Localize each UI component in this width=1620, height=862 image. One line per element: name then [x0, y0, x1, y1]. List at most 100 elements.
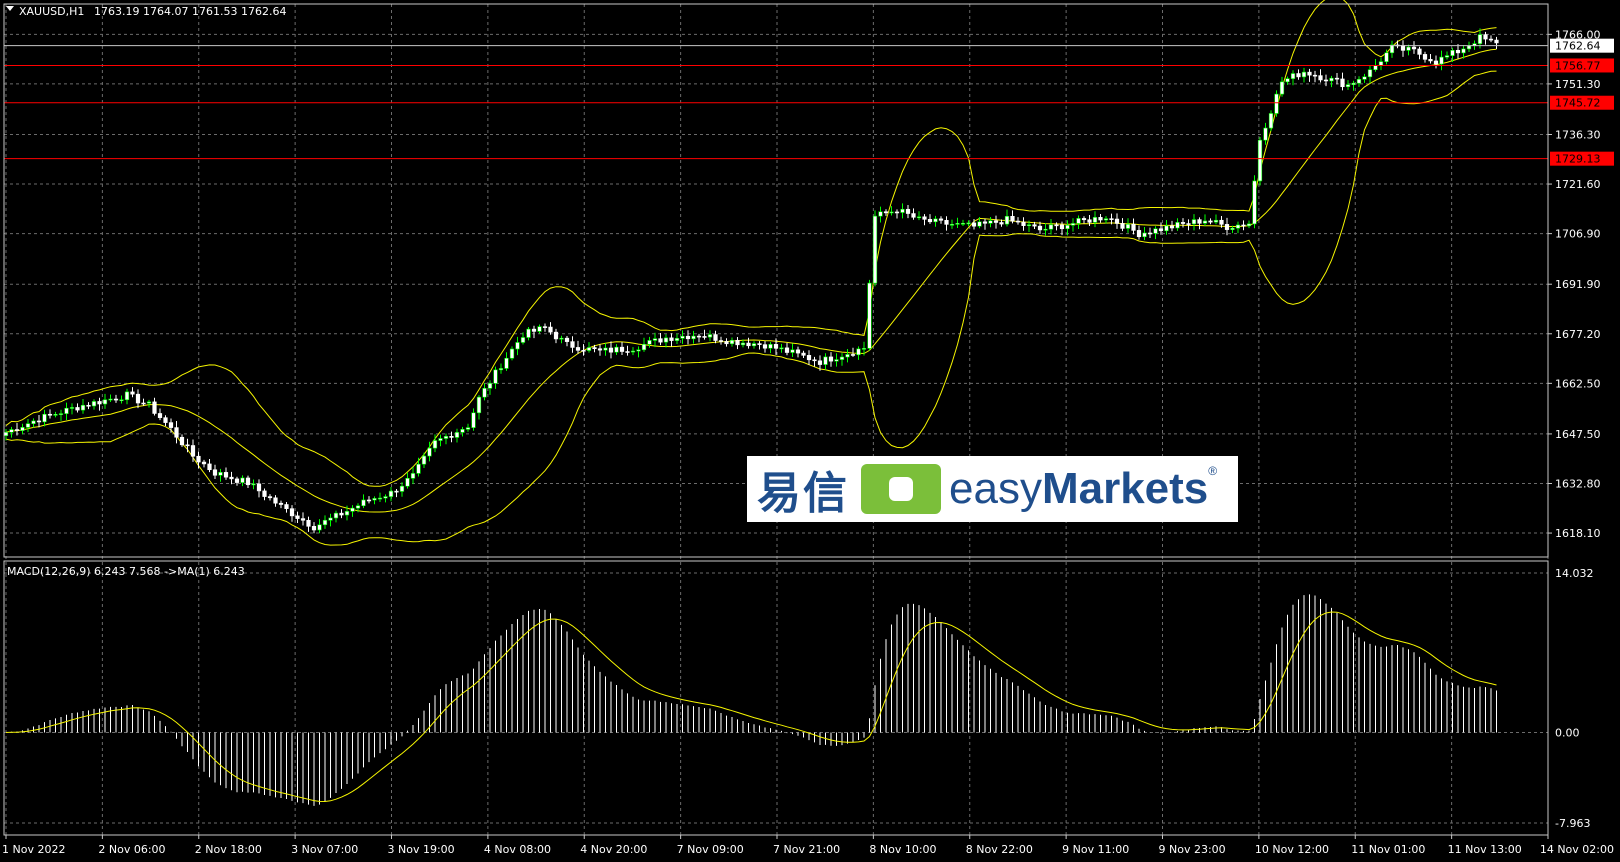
candle-body: [1329, 77, 1334, 82]
candle-body: [900, 208, 905, 213]
candle-body: [289, 508, 295, 517]
candle-body: [828, 356, 834, 362]
candle-body: [311, 526, 317, 531]
candle-body: [1384, 52, 1389, 62]
candle-body: [1461, 48, 1466, 54]
candle-body: [938, 218, 944, 221]
candle-body: [1015, 220, 1021, 223]
candle-body: [1356, 79, 1362, 84]
price-tick-label: 1647.50: [1555, 428, 1601, 441]
candle-body: [262, 490, 267, 497]
candle-body: [922, 216, 927, 220]
candle-body: [64, 407, 69, 414]
candle-body: [322, 519, 328, 526]
logo-reg: ®: [1208, 464, 1218, 478]
macd-signal-line: [5, 611, 1497, 803]
time-tick-label: 10 Nov 12:00: [1255, 843, 1329, 856]
level-tag-label: 1729.13: [1555, 153, 1601, 166]
candle-body: [267, 496, 273, 499]
candle-body: [135, 393, 141, 404]
price-tick-label: 1662.50: [1555, 377, 1601, 390]
candle-body: [614, 346, 619, 353]
candle-body: [564, 337, 570, 342]
candle-body: [443, 436, 449, 439]
candle-body: [377, 497, 383, 500]
candle-body: [47, 413, 53, 416]
candle-body: [751, 343, 757, 347]
candle-body: [905, 208, 911, 214]
candle-body: [416, 463, 421, 474]
candle-body: [1323, 79, 1329, 82]
candle-body: [1213, 219, 1219, 223]
candle-body: [295, 515, 300, 519]
candle-body: [861, 348, 867, 350]
candle-body: [636, 349, 641, 352]
logo-en-bold: Markets: [1041, 464, 1209, 513]
candle-body: [1087, 219, 1092, 223]
candle-body: [1092, 217, 1098, 223]
candle-body: [3, 432, 9, 436]
candle-body: [1142, 232, 1147, 238]
candle-body: [1131, 223, 1136, 231]
candle-body: [1406, 46, 1411, 51]
candle-body: [768, 344, 773, 349]
candle-body: [1208, 220, 1213, 223]
candle-body: [1301, 71, 1307, 78]
candle-body: [432, 440, 438, 449]
candle-body: [790, 349, 795, 353]
candle-body: [735, 339, 740, 346]
candle-body: [256, 483, 262, 492]
candle-body: [113, 398, 119, 401]
dropdown-triangle-icon[interactable]: [6, 6, 14, 11]
candle-body: [806, 355, 812, 361]
candle-body: [1120, 223, 1125, 229]
candle-body: [1109, 218, 1114, 220]
candle-body: [69, 407, 75, 409]
candle-body: [696, 335, 702, 338]
candle-body: [911, 213, 916, 218]
candle-body: [762, 344, 768, 349]
candle-body: [1147, 232, 1153, 235]
candle-body: [559, 337, 564, 340]
candle-body: [1158, 228, 1164, 232]
candle-body: [1450, 49, 1455, 56]
candle-body: [1070, 223, 1076, 226]
ohlc-readout: 1763.19 1764.07 1761.53 1762.64: [94, 5, 286, 18]
candle-body: [372, 498, 377, 501]
candle-body: [344, 511, 350, 516]
candle-body: [1362, 76, 1367, 80]
horizontal-levels: [4, 45, 1548, 160]
candle-body: [405, 478, 410, 487]
candle-body: [674, 338, 680, 341]
candle-body: [504, 357, 509, 369]
candle-body: [339, 512, 344, 516]
candle-body: [80, 404, 86, 411]
candle-body: [31, 420, 36, 424]
candle-body: [1351, 82, 1356, 85]
candle-body: [1032, 224, 1037, 227]
candle-body: [388, 490, 394, 497]
candle-body: [1081, 218, 1087, 221]
candle-body: [548, 326, 553, 333]
candle-body: [229, 476, 234, 480]
bollinger-upper-line: [5, 0, 1497, 487]
price-tick-label: 1677.20: [1555, 328, 1601, 341]
candle-body: [630, 350, 636, 353]
candle-body: [1054, 224, 1059, 227]
candle-body: [641, 343, 647, 351]
candle-body: [355, 505, 361, 509]
candle-body: [1274, 93, 1279, 114]
candle-body: [91, 401, 97, 407]
candle-body: [960, 222, 966, 225]
candle-body: [498, 368, 504, 371]
candle-body: [1367, 69, 1373, 78]
candle-body: [361, 499, 366, 507]
candle-body: [465, 427, 471, 430]
time-tick-label: 8 Nov 10:00: [869, 843, 936, 856]
candle-body: [317, 524, 322, 531]
candle-body: [1290, 73, 1296, 79]
candle-body: [603, 347, 608, 351]
candle-body: [234, 478, 240, 483]
price-tick-label: 1751.30: [1555, 78, 1601, 91]
grid: [4, 4, 1549, 835]
